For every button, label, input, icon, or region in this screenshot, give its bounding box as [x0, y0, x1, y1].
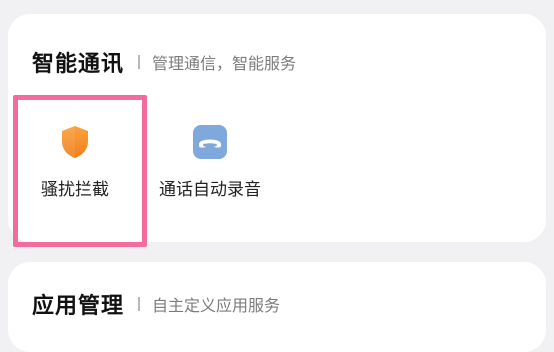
- section-subtitle: 自主定义应用服务: [152, 296, 281, 315]
- section-title: 智能通讯: [32, 52, 125, 77]
- section-subtitle: 管理通信，智能服务: [152, 54, 297, 73]
- call-auto-record-button[interactable]: 通话自动录音: [150, 114, 270, 200]
- smart-communication-card: 智能通讯 管理通信，智能服务 骚扰拦截 通话自动录音: [8, 14, 546, 242]
- header-divider: [138, 297, 141, 311]
- section-header: 智能通讯 管理通信，智能服务: [32, 46, 296, 78]
- feature-label: 通话自动录音: [159, 180, 261, 200]
- feature-label: 骚扰拦截: [41, 180, 109, 200]
- phone-record-icon: [192, 124, 228, 160]
- section-title: 应用管理: [32, 294, 125, 319]
- header-divider: [138, 55, 141, 69]
- shield-icon: [57, 124, 93, 160]
- app-management-card: 应用管理 自主定义应用服务: [8, 262, 546, 352]
- harassment-block-button[interactable]: 骚扰拦截: [15, 114, 135, 200]
- section-header: 应用管理 自主定义应用服务: [32, 288, 280, 320]
